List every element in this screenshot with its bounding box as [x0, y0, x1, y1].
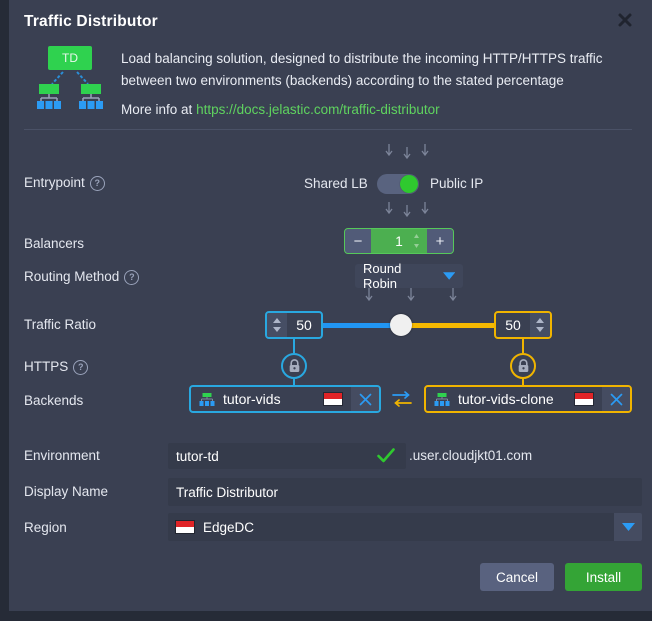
backend-right[interactable]: tutor-vids-clone [424, 385, 632, 413]
balancers-value[interactable]: 1 [371, 229, 427, 253]
environment-icon [199, 392, 215, 406]
entrypoint-help-icon[interactable]: ? [89, 176, 105, 191]
description-text: Load balancing solution, designed to dis… [121, 51, 603, 88]
toggle-label-right: Public IP [430, 176, 484, 191]
traffic-distributor-dialog: Traffic Distributor TD Load balancing so… [0, 0, 652, 621]
spinner-arrows-icon [273, 318, 281, 332]
balancers-increment-button[interactable]: + [427, 229, 453, 253]
entrypoint-toggle-group: Shared LB Public IP [304, 174, 484, 196]
backends-label: Backends [24, 393, 84, 408]
environment-input[interactable]: tutor-td [168, 443, 406, 469]
entrypoint-label: Entrypoint? [24, 175, 105, 191]
backend-left-name: tutor-vids [223, 391, 281, 407]
more-info-line: More info at https://docs.jelastic.com/t… [121, 102, 440, 117]
connector-left-upper [293, 339, 295, 353]
traffic-ratio-right-value: 50 [505, 317, 521, 333]
display-name-input[interactable]: Traffic Distributor [168, 478, 642, 506]
environment-icon [434, 392, 450, 406]
toggle-knob [400, 175, 418, 193]
routing-method-label-text: Routing Method [24, 269, 120, 284]
https-help-icon[interactable]: ? [73, 360, 89, 375]
environment-value: tutor-td [176, 448, 219, 464]
flag-indonesia-icon [324, 393, 342, 405]
lock-icon [518, 359, 528, 372]
environment-label: Environment [24, 448, 100, 463]
balancers-value-text: 1 [395, 233, 403, 249]
routing-method-label: Routing Method? [24, 269, 140, 285]
entrypoint-toggle[interactable] [377, 174, 419, 194]
ratio-track-right[interactable] [407, 323, 502, 328]
ratio-slider-handle[interactable] [390, 314, 412, 336]
cancel-button[interactable]: Cancel [480, 563, 554, 591]
connector-right-upper [522, 339, 524, 353]
display-name-label: Display Name [24, 484, 109, 499]
region-select[interactable]: EdgeDC [168, 513, 642, 541]
left-spinner[interactable] [267, 313, 287, 337]
check-icon [377, 448, 395, 463]
svg-text:TD: TD [62, 51, 78, 65]
https-label: HTTPS? [24, 359, 89, 375]
install-button[interactable]: Install [565, 563, 642, 591]
traffic-ratio-right-input[interactable]: 50 [494, 311, 552, 339]
region-label: Region [24, 520, 67, 535]
backend-left[interactable]: tutor-vids [189, 385, 381, 413]
swap-backends-button[interactable] [391, 389, 413, 409]
traffic-ratio-left-input[interactable]: 50 [265, 311, 323, 339]
close-icon [610, 393, 622, 405]
more-info-label: More info at [121, 102, 193, 117]
display-name-value: Traffic Distributor [176, 484, 279, 500]
flag-indonesia-icon [176, 521, 194, 533]
dialog-titlebar: Traffic Distributor [9, 0, 652, 44]
balancers-spinner-icon[interactable] [413, 233, 420, 249]
close-button[interactable] [607, 4, 643, 36]
flow-arrows-mid [382, 201, 432, 219]
header-divider [24, 129, 632, 130]
entrypoint-label-text: Entrypoint [24, 175, 85, 190]
flag-indonesia-icon [575, 393, 593, 405]
balancers-stepper: − 1 + [344, 228, 454, 254]
chevron-down-icon [621, 523, 635, 531]
spinner-arrows-icon [536, 318, 544, 332]
region-value: EdgeDC [203, 519, 255, 535]
dialog-title: Traffic Distributor [24, 13, 158, 30]
traffic-ratio-label: Traffic Ratio [24, 317, 97, 332]
flow-arrows-top [382, 143, 432, 161]
close-icon [359, 393, 371, 405]
environment-domain-suffix: .user.cloudjkt01.com [409, 448, 533, 463]
https-right-toggle[interactable] [510, 353, 536, 379]
traffic-ratio-left-value: 50 [296, 317, 312, 333]
dialog-left-edge [0, 0, 9, 621]
docs-link[interactable]: https://docs.jelastic.com/traffic-distri… [196, 102, 440, 117]
region-dropdown-button[interactable] [614, 513, 642, 541]
flow-arrows-ratio [361, 288, 469, 306]
routing-method-value: Round Robin [363, 261, 402, 291]
close-icon [618, 13, 632, 27]
https-left-toggle[interactable] [281, 353, 307, 379]
toggle-label-left: Shared LB [304, 176, 368, 191]
backend-right-remove-button[interactable] [602, 387, 630, 411]
backend-left-remove-button[interactable] [351, 387, 379, 411]
lock-icon [289, 359, 299, 372]
dialog-header: TD Load balancing solution, designed to … [9, 40, 652, 128]
chevron-down-icon [442, 272, 455, 280]
traffic-distributor-icon: TD [37, 46, 103, 109]
balancers-label: Balancers [24, 236, 85, 251]
routing-method-help-icon[interactable]: ? [124, 270, 140, 285]
balancers-decrement-button[interactable]: − [345, 229, 371, 253]
routing-method-dropdown[interactable]: Round Robin [355, 261, 463, 291]
right-spinner[interactable] [530, 313, 550, 337]
backend-right-name: tutor-vids-clone [458, 391, 554, 407]
https-label-text: HTTPS [24, 359, 69, 374]
dialog-form: Entrypoint? Shared LB Public IP Balancer… [9, 138, 652, 621]
